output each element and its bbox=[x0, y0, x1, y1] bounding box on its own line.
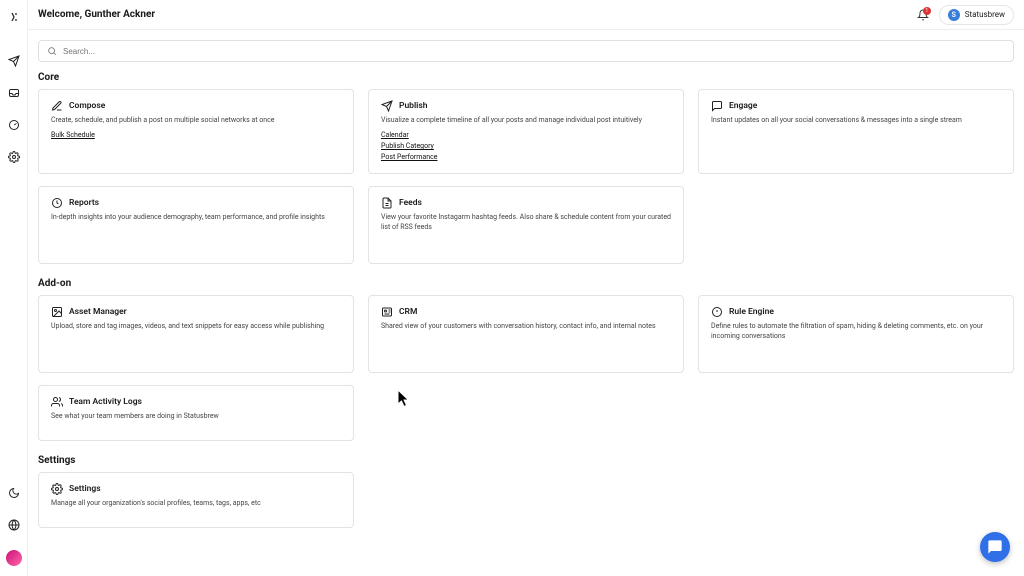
compose-nav-icon[interactable] bbox=[7, 54, 21, 68]
settings-nav-icon[interactable] bbox=[7, 150, 21, 164]
card-title: Compose bbox=[69, 101, 105, 111]
link-post-performance[interactable]: Post Performance bbox=[381, 153, 671, 161]
card-reports[interactable]: Reports In-depth insights into your audi… bbox=[38, 186, 354, 264]
rule-icon bbox=[711, 306, 723, 318]
page-title: Welcome, Gunther Ackner bbox=[38, 9, 913, 20]
search-bar[interactable] bbox=[38, 40, 1014, 62]
help-icon[interactable] bbox=[7, 518, 21, 532]
gear-icon bbox=[51, 483, 63, 495]
publish-icon bbox=[381, 100, 393, 112]
feeds-icon bbox=[381, 197, 393, 209]
compose-icon bbox=[51, 100, 63, 112]
card-asset-manager[interactable]: Asset Manager Upload, store and tag imag… bbox=[38, 295, 354, 373]
card-desc: See what your team members are doing in … bbox=[51, 412, 341, 421]
core-row2: Reports In-depth insights into your audi… bbox=[38, 186, 1014, 264]
moon-icon[interactable] bbox=[7, 486, 21, 500]
card-desc: Manage all your organization's social pr… bbox=[51, 499, 341, 508]
settings-row: Settings Manage all your organization's … bbox=[38, 472, 1014, 528]
card-desc: Visualize a complete timeline of all you… bbox=[381, 116, 671, 125]
section-core-title: Core bbox=[38, 72, 1014, 83]
left-rail bbox=[0, 0, 28, 576]
workspace-switcher[interactable]: S Statusbrew bbox=[939, 5, 1014, 25]
card-desc: Create, schedule, and publish a post on … bbox=[51, 116, 341, 125]
card-desc: Shared view of your customers with conve… bbox=[381, 322, 671, 331]
core-row1: Compose Create, schedule, and publish a … bbox=[38, 89, 1014, 174]
card-engage[interactable]: Engage Instant updates on all your socia… bbox=[698, 89, 1014, 174]
addon-row2: Team Activity Logs See what your team me… bbox=[38, 385, 1014, 441]
dashboard-nav-icon[interactable] bbox=[7, 118, 21, 132]
card-title: Team Activity Logs bbox=[69, 397, 142, 407]
card-team-activity[interactable]: Team Activity Logs See what your team me… bbox=[38, 385, 354, 441]
addon-row1: Asset Manager Upload, store and tag imag… bbox=[38, 295, 1014, 373]
link-bulk-schedule[interactable]: Bulk Schedule bbox=[51, 131, 341, 139]
card-desc: In-depth insights into your audience dem… bbox=[51, 213, 341, 222]
search-input[interactable] bbox=[63, 47, 1005, 56]
chat-icon bbox=[987, 539, 1003, 555]
card-compose[interactable]: Compose Create, schedule, and publish a … bbox=[38, 89, 354, 174]
user-avatar[interactable] bbox=[6, 550, 22, 566]
chat-fab[interactable] bbox=[980, 532, 1010, 562]
card-desc: Define rules to automate the filtration … bbox=[711, 322, 1001, 341]
activity-icon bbox=[51, 396, 63, 408]
card-desc: View your favorite Instagarm hashtag fee… bbox=[381, 213, 671, 232]
notification-badge: 1 bbox=[923, 7, 931, 15]
search-icon bbox=[47, 46, 57, 56]
asset-icon bbox=[51, 306, 63, 318]
main: Welcome, Gunther Ackner 1 S Statusbrew C… bbox=[28, 0, 1024, 576]
section-addon-title: Add-on bbox=[38, 278, 1014, 289]
crm-icon bbox=[381, 306, 393, 318]
card-settings[interactable]: Settings Manage all your organization's … bbox=[38, 472, 354, 528]
card-title: Engage bbox=[729, 101, 757, 111]
card-publish[interactable]: Publish Visualize a complete timeline of… bbox=[368, 89, 684, 174]
link-publish-category[interactable]: Publish Category bbox=[381, 142, 671, 150]
engage-icon bbox=[711, 100, 723, 112]
brand-avatar: S bbox=[948, 9, 960, 21]
card-title: Publish bbox=[399, 101, 428, 111]
brand-name: Statusbrew bbox=[965, 10, 1005, 19]
inbox-nav-icon[interactable] bbox=[7, 86, 21, 100]
notifications-button[interactable]: 1 bbox=[913, 9, 933, 21]
section-settings-title: Settings bbox=[38, 455, 1014, 466]
reports-icon bbox=[51, 197, 63, 209]
card-crm[interactable]: CRM Shared view of your customers with c… bbox=[368, 295, 684, 373]
card-feeds[interactable]: Feeds View your favorite Instagarm hasht… bbox=[368, 186, 684, 264]
card-title: Asset Manager bbox=[69, 307, 127, 317]
card-title: Rule Engine bbox=[729, 307, 774, 317]
brand-logo-icon[interactable] bbox=[7, 10, 21, 24]
card-rule-engine[interactable]: Rule Engine Define rules to automate the… bbox=[698, 295, 1014, 373]
card-desc: Upload, store and tag images, videos, an… bbox=[51, 322, 341, 331]
header: Welcome, Gunther Ackner 1 S Statusbrew bbox=[28, 0, 1024, 30]
card-title: Reports bbox=[69, 198, 99, 208]
card-desc: Instant updates on all your social conve… bbox=[711, 116, 1001, 125]
card-title: Settings bbox=[69, 484, 101, 494]
content-scroll: Core Compose Create, schedule, and publi… bbox=[28, 30, 1024, 576]
link-calendar[interactable]: Calendar bbox=[381, 131, 671, 139]
card-title: Feeds bbox=[399, 198, 422, 208]
card-title: CRM bbox=[399, 307, 417, 317]
